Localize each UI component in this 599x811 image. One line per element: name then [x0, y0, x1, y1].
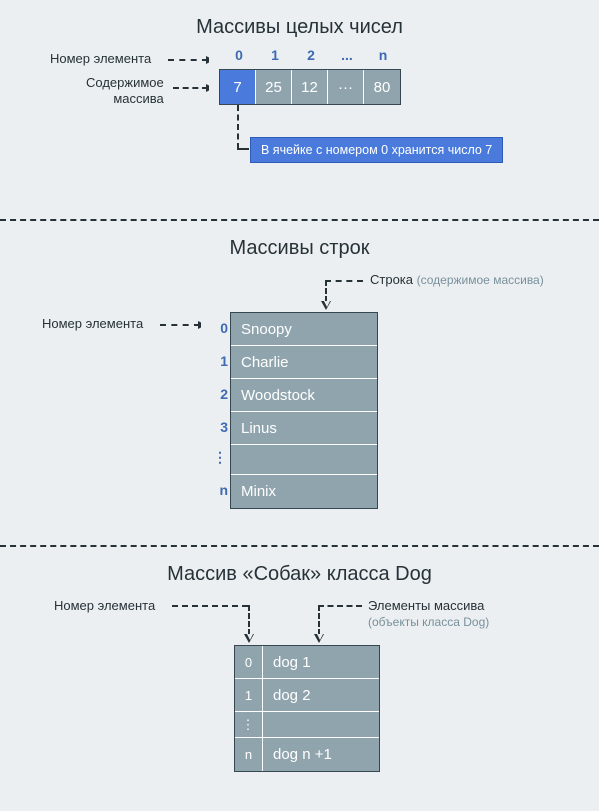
dog-array-table: 0 dog 1 1 dog 2 ⋮ n dog n +1: [234, 645, 380, 772]
row-index: 3: [210, 419, 228, 435]
array-cells: 7 25 12 ··· 80: [219, 69, 401, 105]
section-title: Массивы строк: [28, 237, 571, 260]
table-row: [231, 445, 377, 475]
table-row: 0 dog 1: [235, 646, 379, 679]
section1-body: Номер элемента Содержимое массива 0 1 2 …: [28, 51, 571, 201]
callout-connector: [237, 148, 249, 150]
index-num: 1: [257, 47, 293, 63]
table-row: n dog n +1: [235, 738, 379, 771]
table-row: Woodstock: [231, 379, 377, 412]
arrow-down-icon: [318, 605, 320, 635]
index-label: Номер элемента: [50, 51, 151, 67]
arrow-right-icon: [173, 87, 208, 89]
section-dog-array: Массив «Собак» класса Dog Номер элемента…: [0, 547, 599, 811]
row-index: 0: [210, 320, 228, 336]
section3-body: Номер элемента Элементы массива (объекты…: [28, 598, 571, 793]
array-cell: 80: [364, 70, 400, 104]
arrow-right-icon: [168, 59, 208, 61]
section-title: Массив «Собак» класса Dog: [28, 563, 571, 586]
section2-body: Строка (содержимое массива) Номер элемен…: [28, 272, 571, 527]
row-value: dog 1: [263, 646, 379, 678]
index-num: n: [365, 47, 401, 63]
table-row: 1 dog 2: [235, 679, 379, 712]
array-cell: ···: [328, 70, 364, 104]
array-cell: 12: [292, 70, 328, 104]
arrow-down-icon: [325, 280, 327, 302]
section-title: Массивы целых чисел: [28, 16, 571, 39]
row-value: dog n +1: [263, 738, 379, 771]
string-label-paren: (содержимое массива): [417, 273, 544, 287]
arrow-down-icon: [248, 605, 250, 635]
index-num: 2: [293, 47, 329, 63]
row-index: 1: [210, 353, 228, 369]
section-int-array: Массивы целых чисел Номер элемента Содер…: [0, 0, 599, 219]
connector-line: [172, 605, 248, 607]
row-index: 2: [210, 386, 228, 402]
index-num: 0: [221, 47, 257, 63]
callout-box: В ячейке с номером 0 хранится число 7: [250, 137, 503, 163]
callout-connector: [237, 105, 239, 149]
elements-label-text: Элементы массива: [368, 598, 484, 613]
row-index: ⋮: [235, 712, 263, 737]
array-cell: 25: [256, 70, 292, 104]
table-row: Linus: [231, 412, 377, 445]
elements-label: Элементы массива (объекты класса Dog): [368, 598, 489, 630]
content-label: Содержимое массива: [86, 75, 164, 106]
index-label: Номер элемента: [42, 316, 143, 331]
table-row: Minix: [231, 475, 377, 508]
string-array-table: Snoopy Charlie Woodstock Linus Minix: [230, 312, 378, 509]
row-index: ⋮: [210, 449, 228, 466]
string-label: Строка (содержимое массива): [370, 272, 544, 287]
connector-line: [325, 280, 363, 282]
index-num: ...: [329, 47, 365, 63]
row-value: dog 2: [263, 679, 379, 711]
row-index: n: [210, 482, 228, 498]
elements-label-paren: (объекты класса Dog): [368, 615, 489, 631]
connector-line: [318, 605, 362, 607]
section-string-array: Массивы строк Строка (содержимое массива…: [0, 221, 599, 545]
index-label: Номер элемента: [54, 598, 155, 613]
array-cell: 7: [220, 70, 256, 104]
row-value: [263, 712, 379, 737]
table-row: ⋮: [235, 712, 379, 738]
row-index: n: [235, 738, 263, 771]
string-label-text: Строка: [370, 272, 413, 287]
row-index: 1: [235, 679, 263, 711]
table-row: Snoopy: [231, 313, 377, 346]
table-row: Charlie: [231, 346, 377, 379]
index-row: 0 1 2 ... n: [221, 47, 401, 63]
arrow-right-icon: [160, 324, 200, 326]
row-index: 0: [235, 646, 263, 678]
